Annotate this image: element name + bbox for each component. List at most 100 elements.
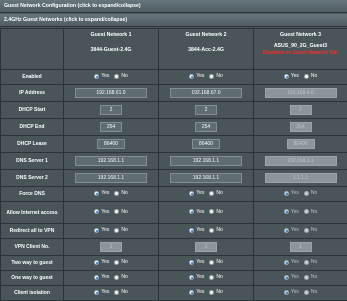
one-way-yes-radio[interactable]: [94, 275, 99, 280]
no-label: No: [121, 259, 127, 265]
dhcp-start-input[interactable]: 2: [195, 105, 217, 115]
no-label: No: [311, 190, 317, 196]
dhcp-lease-input[interactable]: 86400: [192, 139, 220, 149]
no-label: No: [121, 190, 127, 196]
row-label: Allow Internet access: [1, 202, 64, 224]
enabled-no-radio[interactable]: [209, 74, 214, 79]
row-dns-server-1: DNS Server 1 192.168.1.1 192.168.1.1 192…: [1, 153, 347, 170]
enabled-yes-radio[interactable]: [284, 74, 289, 79]
guest-networks-24ghz-header[interactable]: 2.4GHz Guest Networks (click to expand/c…: [0, 14, 347, 27]
one-way-yes-radio[interactable]: [284, 275, 289, 280]
force-dns-yes-radio[interactable]: [284, 191, 289, 196]
isolation-yes-radio[interactable]: [94, 290, 99, 295]
two-way-no-radio[interactable]: [114, 260, 119, 265]
ip-address-input[interactable]: 192.168.4.0: [265, 88, 337, 98]
guest-network-config-header[interactable]: Guest Network Configuration (click to ex…: [0, 0, 347, 13]
allow-internet-no-radio[interactable]: [304, 209, 309, 214]
dns-server-1-input[interactable]: 192.168.1.1: [75, 156, 147, 166]
isolation-yes-radio[interactable]: [284, 290, 289, 295]
enabled-yes-radio[interactable]: [189, 74, 194, 79]
dns-server-1-input[interactable]: 192.168.1.1: [265, 156, 337, 166]
dhcp-lease-input[interactable]: 86400: [287, 139, 315, 149]
allow-internet-yes-radio[interactable]: [284, 209, 289, 214]
enabled-no-radio[interactable]: [304, 74, 309, 79]
isolation-no-radio[interactable]: [209, 290, 214, 295]
force-dns-yes-radio[interactable]: [189, 191, 194, 196]
allow-internet-yes-radio[interactable]: [94, 209, 99, 214]
redirect-vpn-yes-radio[interactable]: [189, 228, 194, 233]
redirect-vpn-no-radio[interactable]: [114, 228, 119, 233]
ip-address-input[interactable]: 192.168.61.0: [75, 88, 147, 98]
no-label: No: [311, 227, 317, 233]
vpn-client-input[interactable]: 1: [290, 242, 312, 252]
force-dns-yes-radio[interactable]: [94, 191, 99, 196]
one-way-no-radio[interactable]: [209, 275, 214, 280]
yes-label: Yes: [101, 209, 109, 215]
dhcp-end-input[interactable]: 254: [100, 122, 122, 132]
allow-internet-yes-radio[interactable]: [189, 209, 194, 214]
dhcp-start-input[interactable]: 2: [290, 105, 312, 115]
yes-label: Yes: [101, 190, 109, 196]
enabled-no-radio[interactable]: [114, 74, 119, 79]
yes-label: Yes: [101, 73, 109, 79]
dns-server-2-input[interactable]: 192.168.1.1: [75, 173, 147, 183]
isolation-no-radio[interactable]: [304, 290, 309, 295]
two-way-no-radio[interactable]: [209, 260, 214, 265]
column-title: Guest Network 1: [64, 32, 158, 38]
dhcp-end-input[interactable]: 254: [290, 122, 312, 132]
dns-server-2-input[interactable]: 192.168.1.1: [170, 173, 242, 183]
two-way-yes-radio[interactable]: [94, 260, 99, 265]
guest-network-table: Guest Network 1 3844-Guest-2.4G Guest Ne…: [0, 28, 347, 301]
allow-internet-no-radio[interactable]: [114, 209, 119, 214]
yes-label: Yes: [101, 227, 109, 233]
one-way-no-radio[interactable]: [304, 275, 309, 280]
dhcp-start-input[interactable]: 2: [100, 105, 122, 115]
force-dns-no-radio[interactable]: [209, 191, 214, 196]
dhcp-end-input[interactable]: 254: [195, 122, 217, 132]
redirect-vpn-yes-radio[interactable]: [284, 228, 289, 233]
no-label: No: [216, 209, 222, 215]
one-way-no-radio[interactable]: [114, 275, 119, 280]
row-label: IP Address: [1, 85, 64, 102]
no-label: No: [216, 274, 222, 280]
two-way-yes-radio[interactable]: [189, 260, 194, 265]
redirect-vpn-no-radio[interactable]: [304, 228, 309, 233]
yes-label: Yes: [101, 289, 109, 295]
row-dhcp-start: DHCP Start 2 2 2: [1, 102, 347, 119]
yes-label: Yes: [291, 227, 299, 233]
force-dns-no-radio[interactable]: [304, 191, 309, 196]
dns-server-1-input[interactable]: 192.168.1.1: [170, 156, 242, 166]
one-way-yes-radio[interactable]: [189, 275, 194, 280]
yes-label: Yes: [196, 274, 204, 280]
yes-label: Yes: [196, 190, 204, 196]
allow-internet-no-radio[interactable]: [209, 209, 214, 214]
no-label: No: [121, 274, 127, 280]
no-label: No: [216, 73, 222, 79]
dns-server-2-input[interactable]: 1.1.1.1: [265, 173, 337, 183]
dhcp-lease-input[interactable]: 86400: [97, 139, 125, 149]
vpn-client-input[interactable]: 1: [100, 242, 122, 252]
row-ip-address: IP Address 192.168.61.0 192.168.67.0 192…: [1, 85, 347, 102]
redirect-vpn-no-radio[interactable]: [209, 228, 214, 233]
no-label: No: [311, 73, 317, 79]
ip-address-input[interactable]: 192.168.67.0: [170, 88, 242, 98]
vpn-client-input[interactable]: 1: [195, 242, 217, 252]
column-header-row: Guest Network 1 3844-Guest-2.4G Guest Ne…: [1, 29, 347, 70]
no-label: No: [216, 289, 222, 295]
enabled-yes-radio[interactable]: [94, 74, 99, 79]
redirect-vpn-yes-radio[interactable]: [94, 228, 99, 233]
two-way-yes-radio[interactable]: [284, 260, 289, 265]
row-label: DNS Server 2: [1, 170, 64, 187]
row-dns-server-2: DNS Server 2 192.168.1.1 192.168.1.1 1.1…: [1, 170, 347, 187]
no-label: No: [311, 209, 317, 215]
yes-label: Yes: [196, 73, 204, 79]
yes-label: Yes: [101, 259, 109, 265]
force-dns-no-radio[interactable]: [114, 191, 119, 196]
isolation-yes-radio[interactable]: [189, 290, 194, 295]
isolation-no-radio[interactable]: [114, 290, 119, 295]
row-dhcp-lease: DHCP Lease 86400 86400 86400: [1, 136, 347, 153]
two-way-no-radio[interactable]: [304, 260, 309, 265]
row-dhcp-end: DHCP End 254 254 254: [1, 119, 347, 136]
yes-label: Yes: [196, 227, 204, 233]
yes-label: Yes: [196, 259, 204, 265]
